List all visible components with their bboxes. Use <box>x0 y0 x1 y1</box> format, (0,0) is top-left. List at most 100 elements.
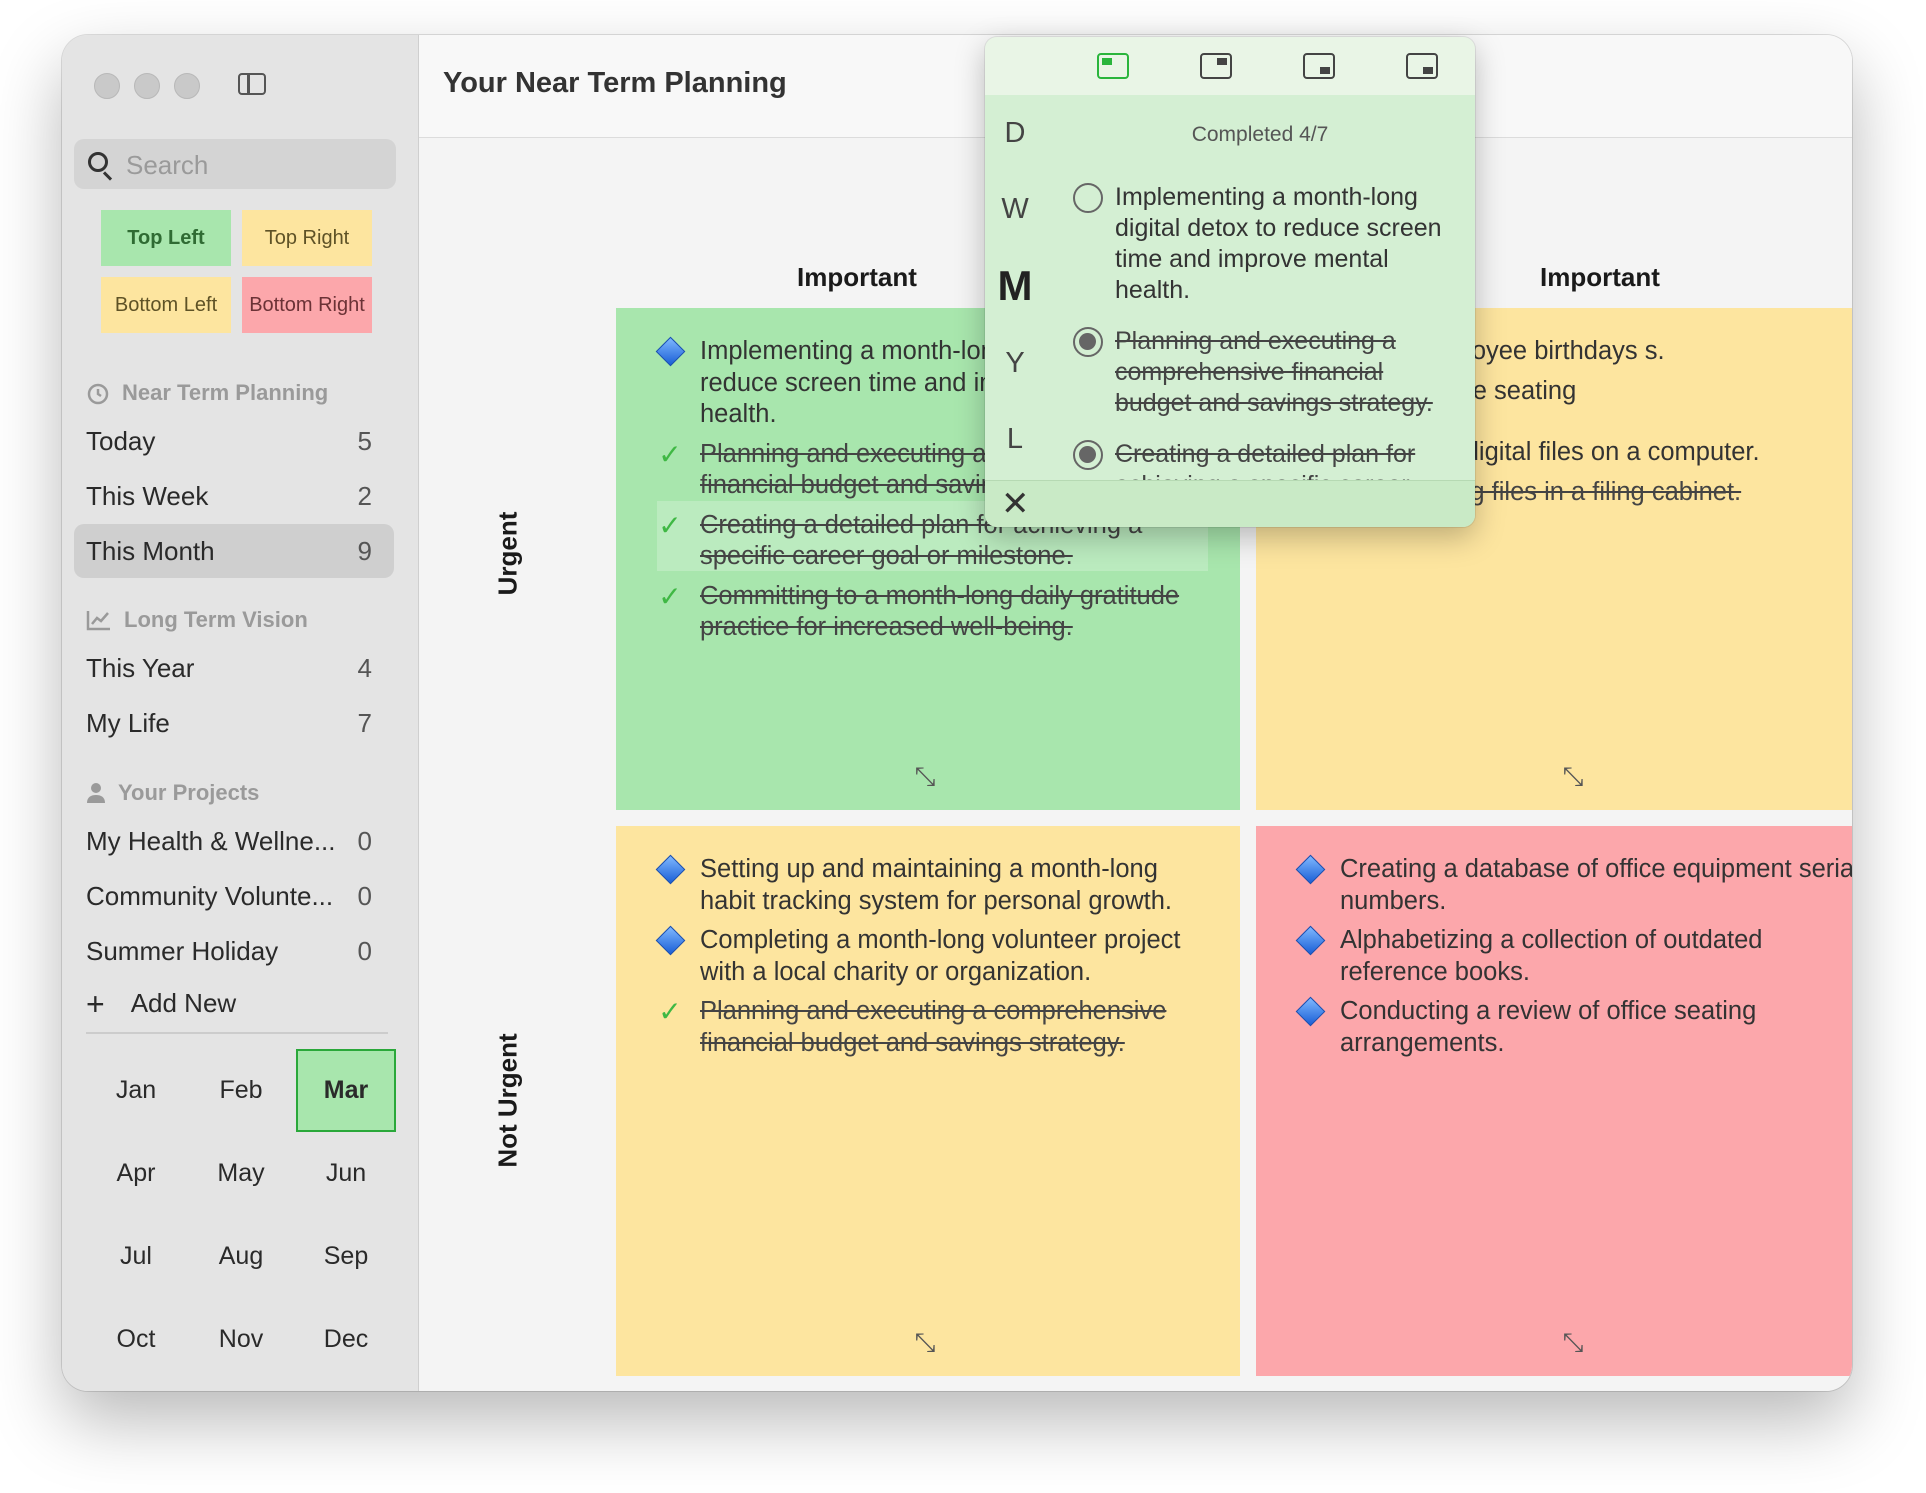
task-item[interactable]: Setting up and maintaining a month-long … <box>656 854 1210 917</box>
expand-icon[interactable]: ⤡ <box>908 1325 942 1359</box>
filter-top-left-button[interactable]: Top Left <box>101 210 231 266</box>
sidebar-divider <box>86 1032 388 1034</box>
expand-icon[interactable]: ⤡ <box>1556 759 1590 793</box>
sidebar-item-project-summer[interactable]: Summer Holiday 0 <box>74 924 394 978</box>
popover-task-item[interactable]: Implementing a month-long digital detox … <box>1073 182 1463 306</box>
layout-top-left-icon[interactable] <box>1097 53 1129 79</box>
page-title: Your Near Term Planning <box>443 67 787 99</box>
chart-icon <box>86 611 110 631</box>
checkmark-icon: ✓ <box>658 580 682 612</box>
period-life-button[interactable]: L <box>995 423 1035 456</box>
sidebar-item-label: This Month <box>86 535 215 566</box>
search-field[interactable] <box>74 139 396 191</box>
sidebar-item-count: 2 <box>357 480 372 511</box>
task-item[interactable]: ✓ Committing to a month-long daily gratit… <box>656 581 1210 644</box>
close-window-button[interactable] <box>94 73 120 99</box>
sidebar-item-my-life[interactable]: My Life 7 <box>74 696 394 750</box>
checkmark-icon: ✓ <box>658 509 682 541</box>
add-new-project-button[interactable]: + Add New <box>86 988 237 1020</box>
layout-top-right-icon[interactable] <box>1200 53 1232 79</box>
diamond-icon <box>1296 925 1324 954</box>
popover-task-item[interactable]: Planning and executing a comprehensive f… <box>1073 326 1463 419</box>
sidebar-item-label: Summer Holiday <box>86 935 279 966</box>
month-oct-button[interactable]: Oct <box>86 1298 186 1381</box>
sidebar-item-project-health[interactable]: My Health & Wellne... 0 <box>74 814 394 868</box>
layout-bottom-right-alt-icon[interactable] <box>1406 53 1438 79</box>
month-feb-button[interactable]: Feb <box>191 1049 291 1132</box>
sidebar-item-this-month[interactable]: This Month 9 <box>74 524 394 578</box>
checkmark-icon: ✓ <box>658 996 682 1027</box>
column-header-important: Important <box>797 262 917 292</box>
period-month-button[interactable]: M <box>995 262 1035 310</box>
close-icon[interactable]: ✕ <box>1001 485 1030 523</box>
sidebar-item-label: Community Volunte... <box>86 880 334 911</box>
expand-icon[interactable]: ⤡ <box>1556 1325 1590 1359</box>
section-title: Your Projects <box>118 780 260 805</box>
sidebar-item-project-community[interactable]: Community Volunte... 0 <box>74 869 394 923</box>
minimize-window-button[interactable] <box>134 73 160 99</box>
sidebar-item-count: 0 <box>357 935 372 966</box>
month-mar-button[interactable]: Mar <box>296 1049 396 1132</box>
search-icon <box>88 152 108 172</box>
clock-icon <box>87 383 109 405</box>
completed-count: Completed 4/7 <box>1191 123 1329 146</box>
section-title: Long Term Vision <box>124 607 308 632</box>
quadrant-bottom-right[interactable]: Creating a database of office equipment … <box>1256 826 1852 1376</box>
period-week-button[interactable]: W <box>995 193 1035 226</box>
task-item[interactable]: Alphabetizing a collection of outdated r… <box>1296 925 1852 988</box>
section-long-term-vision: Long Term Vision <box>86 607 308 633</box>
filter-bottom-right-button[interactable]: Bottom Right <box>242 277 372 333</box>
radio-empty-icon[interactable] <box>1073 183 1103 213</box>
section-your-projects: Your Projects <box>86 780 259 806</box>
layout-picker <box>985 37 1475 95</box>
quadrant-bottom-left[interactable]: Setting up and maintaining a month-long … <box>616 826 1240 1376</box>
month-aug-button[interactable]: Aug <box>191 1215 291 1298</box>
quadrant-popover: D W M Y L Completed 4/7 Implementing a m… <box>985 37 1475 527</box>
sidebar-item-today[interactable]: Today 5 <box>74 414 394 468</box>
diamond-icon <box>1296 996 1324 1025</box>
month-apr-button[interactable]: Apr <box>86 1132 186 1215</box>
search-input[interactable] <box>124 139 388 191</box>
sidebar-item-count: 9 <box>357 535 372 566</box>
sidebar-item-count: 7 <box>357 707 372 738</box>
month-jan-button[interactable]: Jan <box>86 1049 186 1132</box>
expand-icon[interactable]: ⤡ <box>908 759 942 793</box>
month-sep-button[interactable]: Sep <box>296 1215 396 1298</box>
month-dec-button[interactable]: Dec <box>296 1298 396 1381</box>
task-text: Committing to a month-long daily gratitu… <box>700 581 1180 642</box>
section-near-term-planning: Near Term Planning <box>86 380 328 406</box>
period-year-button[interactable]: Y <box>995 347 1035 380</box>
diamond-icon <box>656 854 684 883</box>
add-new-label: Add New <box>130 988 237 1018</box>
zoom-window-button[interactable] <box>174 73 200 99</box>
filter-top-right-button[interactable]: Top Right <box>242 210 372 266</box>
radio-filled-icon[interactable] <box>1073 440 1103 470</box>
period-day-button[interactable]: D <box>995 117 1035 150</box>
task-item[interactable]: Completing a month-long volunteer projec… <box>656 925 1210 988</box>
task-text: Implementing a month-long digital detox … <box>1115 183 1442 304</box>
month-jun-button[interactable]: Jun <box>296 1132 396 1215</box>
task-text: Completing a month-long volunteer projec… <box>700 926 1181 986</box>
sidebar-item-label: This Week <box>86 480 209 511</box>
radio-filled-icon[interactable] <box>1073 327 1103 357</box>
task-list: Setting up and maintaining a month-long … <box>656 854 1210 1067</box>
diamond-icon <box>1296 854 1324 883</box>
sidebar-item-this-year[interactable]: This Year 4 <box>74 641 394 695</box>
sidebar-item-count: 4 <box>357 652 372 683</box>
layout-bottom-right-icon[interactable] <box>1303 53 1335 79</box>
task-text: Conducting a review of office seating ar… <box>1340 997 1757 1057</box>
month-nov-button[interactable]: Nov <box>191 1298 291 1381</box>
task-item[interactable]: Conducting a review of office seating ar… <box>1296 996 1852 1059</box>
app-window: Top Left Top Right Bottom Left Bottom Ri… <box>62 35 1852 1391</box>
popover-footer: ✕ <box>985 480 1475 527</box>
sidebar-item-count: 0 <box>357 880 372 911</box>
task-item[interactable]: Creating a database of office equipment … <box>1296 854 1852 917</box>
column-header-not-important: Important <box>1540 262 1660 292</box>
month-jul-button[interactable]: Jul <box>86 1215 186 1298</box>
task-item[interactable]: ✓ Planning and executing a comprehensive … <box>656 996 1210 1059</box>
sidebar-toggle-icon[interactable] <box>238 73 266 95</box>
task-text: Creating a database of office equipment … <box>1340 855 1852 915</box>
filter-bottom-left-button[interactable]: Bottom Left <box>101 277 231 333</box>
month-may-button[interactable]: May <box>191 1132 291 1215</box>
sidebar-item-this-week[interactable]: This Week 2 <box>74 469 394 523</box>
